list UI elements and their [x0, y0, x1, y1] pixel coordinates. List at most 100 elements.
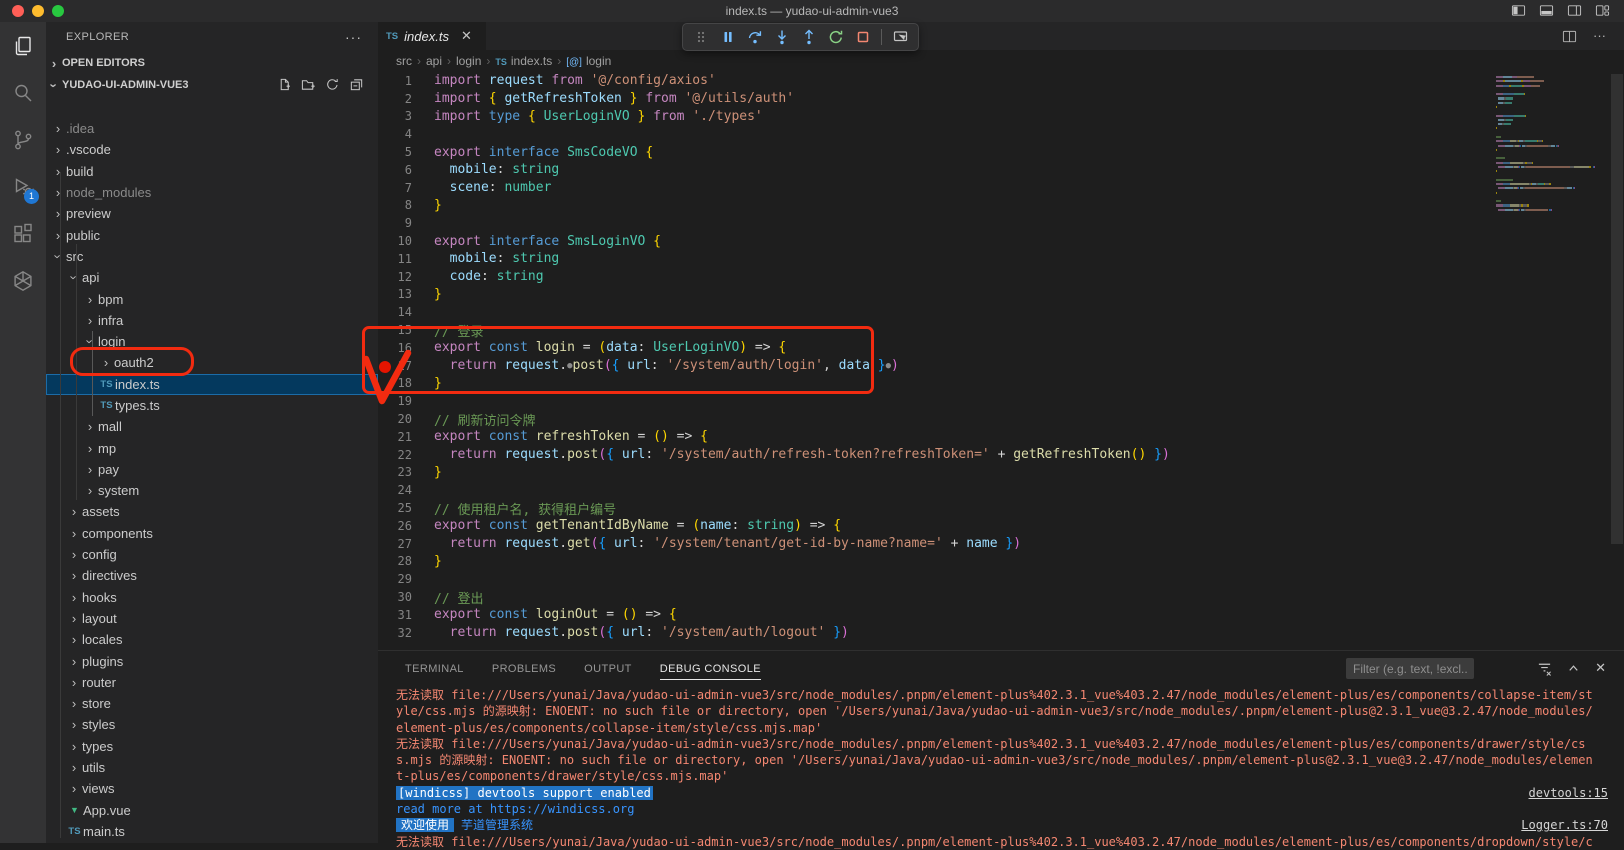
line-number[interactable]: 12 [378, 270, 412, 284]
open-debug-console-icon[interactable] [890, 26, 911, 48]
line-number[interactable]: 24 [378, 483, 412, 497]
line-number[interactable]: 32 [378, 626, 412, 640]
step-out-button[interactable] [798, 26, 819, 48]
tree-item-styles[interactable]: ›styles [46, 714, 378, 735]
sidebar-item-search[interactable] [0, 69, 46, 116]
line-number[interactable]: 15 [378, 323, 412, 337]
panel-tab-terminal[interactable]: TERMINAL [405, 659, 464, 679]
console-source-link[interactable]: Logger.ts:70 [1521, 817, 1608, 833]
line-number[interactable]: 28 [378, 554, 412, 568]
breakpoint-dot[interactable] [379, 361, 391, 373]
breadcrumb-item-index-ts[interactable]: TSindex.ts [495, 54, 552, 68]
line-number[interactable]: 26 [378, 519, 412, 533]
tree-item-src[interactable]: ›src [46, 246, 378, 267]
line-number[interactable]: 7 [378, 181, 412, 195]
step-into-button[interactable] [771, 26, 792, 48]
toggle-sidebar-icon[interactable] [1511, 3, 1526, 18]
close-panel-icon[interactable]: ✕ [1595, 660, 1606, 676]
tree-item-utils[interactable]: ›utils [46, 757, 378, 778]
line-number[interactable]: 25 [378, 501, 412, 515]
line-number[interactable]: 6 [378, 163, 412, 177]
line-number[interactable]: 8 [378, 198, 412, 212]
breadcrumb-item-login[interactable]: [@]login [566, 54, 611, 68]
line-number[interactable]: 4 [378, 127, 412, 141]
tree-item-main-ts[interactable]: TSmain.ts [46, 821, 378, 842]
tree-item-directives[interactable]: ›directives [46, 565, 378, 586]
customize-layout-icon[interactable] [1595, 3, 1610, 18]
panel-tab-problems[interactable]: PROBLEMS [492, 659, 556, 679]
tree-item-router[interactable]: ›router [46, 672, 378, 693]
tree-item-assets[interactable]: ›assets [46, 501, 378, 522]
tree-item-layout[interactable]: ›layout [46, 608, 378, 629]
console-filter-input[interactable] [1346, 658, 1474, 679]
line-number[interactable]: 10 [378, 234, 412, 248]
line-number[interactable]: 21 [378, 430, 412, 444]
line-number[interactable]: 18 [378, 376, 412, 390]
clear-filter-icon[interactable] [1537, 661, 1552, 676]
panel-tab-output[interactable]: OUTPUT [584, 659, 632, 679]
sidebar-item-run-and-debug[interactable]: 1 [0, 163, 46, 210]
new-folder-icon[interactable] [301, 77, 316, 92]
line-number[interactable]: 19 [378, 394, 412, 408]
tree-item-oauth2[interactable]: ›oauth2 [46, 352, 378, 373]
tree-item-types-ts[interactable]: TStypes.ts [46, 395, 378, 416]
tree-item-views[interactable]: ›views [46, 778, 378, 799]
close-tab-icon[interactable]: ✕ [461, 28, 472, 44]
restart-button[interactable] [825, 26, 846, 48]
maximize-panel-icon[interactable] [1566, 661, 1581, 676]
tree-item-locales[interactable]: ›locales [46, 629, 378, 650]
tree-item-infra[interactable]: ›infra [46, 310, 378, 331]
tree-item-hooks[interactable]: ›hooks [46, 587, 378, 608]
open-editors-section[interactable]: › OPEN EDITORS [46, 52, 378, 74]
line-number[interactable]: 29 [378, 572, 412, 586]
tree-item-public[interactable]: ›public [46, 224, 378, 245]
breadcrumb-item-api[interactable]: api [426, 54, 442, 68]
collapse-all-icon[interactable] [349, 77, 364, 92]
editor-more-actions-icon[interactable]: ··· [1593, 29, 1606, 44]
line-number[interactable]: 23 [378, 465, 412, 479]
tree-item-plugins[interactable]: ›plugins [46, 650, 378, 671]
tree-item-config[interactable]: ›config [46, 544, 378, 565]
toggle-secondary-sidebar-icon[interactable] [1567, 3, 1582, 18]
split-editor-icon[interactable] [1562, 29, 1577, 44]
root-folder-section[interactable]: › YUDAO-UI-ADMIN-VUE3 [46, 74, 378, 96]
breadcrumb-item-src[interactable]: src [396, 54, 412, 68]
toggle-panel-icon[interactable] [1539, 3, 1554, 18]
sidebar-item-openai-chat[interactable] [0, 257, 46, 304]
tree-item--vscode[interactable]: ›.vscode [46, 139, 378, 160]
line-number[interactable]: 14 [378, 305, 412, 319]
tree-item-preview[interactable]: ›preview [46, 203, 378, 224]
line-number[interactable]: 11 [378, 252, 412, 266]
tree-item-index-ts[interactable]: TSindex.ts [46, 374, 378, 395]
line-number[interactable]: 16 [378, 341, 412, 355]
code-editor[interactable]: 1import request from '@/config/axios'2im… [378, 72, 1624, 650]
panel-tab-debug-console[interactable]: DEBUG CONSOLE [660, 659, 761, 680]
line-number[interactable]: 20 [378, 412, 412, 426]
line-number[interactable]: 5 [378, 145, 412, 159]
line-number[interactable]: 1 [378, 74, 412, 88]
line-number[interactable]: 3 [378, 109, 412, 123]
tree-item-components[interactable]: ›components [46, 523, 378, 544]
line-number[interactable]: 2 [378, 92, 412, 106]
tree-item-system[interactable]: ›system [46, 480, 378, 501]
explorer-more-icon[interactable]: ··· [345, 22, 362, 52]
toolbar-drag-handle[interactable] [690, 26, 711, 48]
sidebar-item-source-control[interactable] [0, 116, 46, 163]
tree-item-pay[interactable]: ›pay [46, 459, 378, 480]
tree-item-store[interactable]: ›store [46, 693, 378, 714]
sidebar-item-explorer[interactable] [0, 22, 46, 69]
tree-item-app-vue[interactable]: ▼App.vue [46, 800, 378, 821]
console-source-link[interactable]: devtools:15 [1529, 785, 1608, 801]
tree-item-types[interactable]: ›types [46, 736, 378, 757]
line-number[interactable]: 9 [378, 216, 412, 230]
sidebar-item-extensions[interactable] [0, 210, 46, 257]
minimap[interactable] [1496, 76, 1600, 213]
pause-button[interactable] [717, 26, 738, 48]
breadcrumb-item-login[interactable]: login [456, 54, 481, 68]
stop-button[interactable] [852, 26, 873, 48]
line-number[interactable]: 27 [378, 537, 412, 551]
tree-item--idea[interactable]: ›.idea [46, 118, 378, 139]
editor-scrollbar[interactable] [1610, 72, 1624, 650]
line-number[interactable]: 22 [378, 448, 412, 462]
scrollbar-thumb[interactable] [1611, 74, 1623, 544]
